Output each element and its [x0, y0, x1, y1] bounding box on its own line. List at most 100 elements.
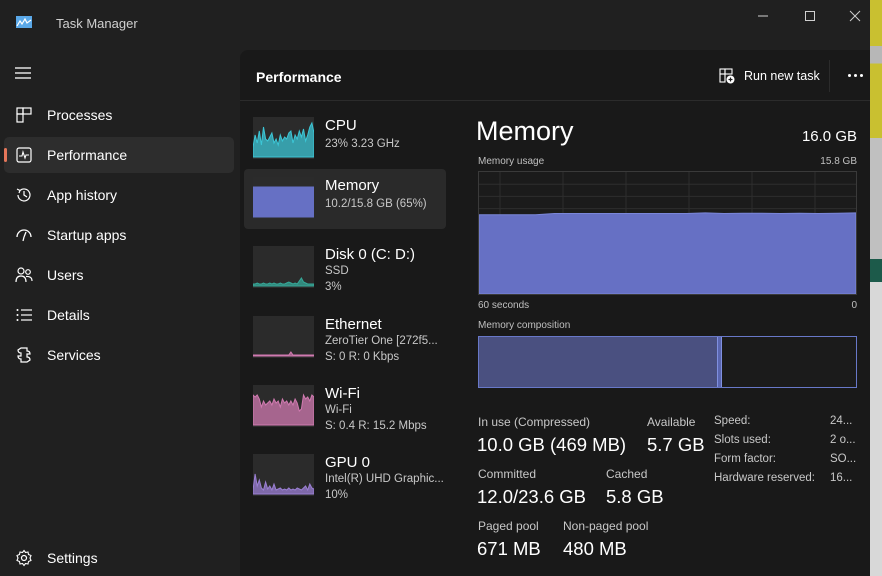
page-header: Performance Run new task	[240, 50, 870, 101]
device-wifi[interactable]: Wi-Fi Wi-Fi S: 0.4 R: 15.2 Mbps	[244, 377, 446, 437]
nav-item-services[interactable]: Services	[4, 337, 234, 373]
history-icon	[16, 188, 31, 202]
device-gpu[interactable]: GPU 0 Intel(R) UHD Graphic... 10%	[244, 446, 446, 506]
nav-item-app-history[interactable]: App history	[4, 177, 234, 213]
nav-label: Performance	[47, 147, 128, 163]
more-icon	[847, 73, 851, 77]
spec-hw-reserved-label: Hardware reserved:	[714, 472, 815, 484]
device-name: Wi-Fi	[325, 385, 360, 402]
memory-usage-fill	[479, 212, 856, 294]
device-detail: Wi-Fi	[325, 404, 352, 416]
detail-title: Memory	[476, 116, 574, 146]
usage-graph-label: Memory usage	[478, 156, 545, 167]
sparkline-area	[253, 277, 314, 287]
sparkline-area	[253, 393, 314, 426]
device-detail: 3%	[325, 281, 342, 293]
window-title: Task Manager	[56, 16, 138, 31]
device-name: Ethernet	[325, 316, 382, 333]
sparkline-area	[253, 121, 314, 158]
disk-thumbnail-graph	[253, 246, 314, 288]
nav-label: Services	[47, 347, 101, 363]
in-use-label: In use (Compressed)	[478, 415, 591, 429]
composition-in-use[interactable]	[479, 337, 719, 387]
committed-label: Committed	[478, 467, 537, 481]
settings-gear-icon	[16, 549, 32, 567]
nav-item-users[interactable]: Users	[4, 257, 234, 293]
non-paged-pool-label: Non-paged pool	[563, 519, 649, 533]
run-task-label: Run new task	[744, 69, 820, 83]
nav-item-processes[interactable]: Processes	[4, 97, 234, 133]
nav-item-details[interactable]: Details	[4, 297, 234, 333]
details-icon	[16, 309, 32, 321]
device-detail: S: 0.4 R: 15.2 Mbps	[325, 420, 427, 432]
run-task-icon	[719, 68, 735, 84]
available-label: Available	[647, 415, 696, 429]
startup-icon	[16, 229, 32, 242]
device-detail: SSD	[325, 265, 349, 277]
time-axis-start: 60 seconds	[478, 300, 530, 311]
memory-thumbnail-graph	[253, 177, 314, 219]
device-name: CPU	[325, 117, 357, 134]
task-manager-app-icon	[16, 16, 32, 28]
sparkline-area	[253, 473, 314, 495]
spec-speed-label: Speed:	[714, 415, 751, 427]
device-detail: 23% 3.23 GHz	[325, 138, 400, 150]
sparkline-area	[253, 186, 314, 218]
memory-usage-graph	[478, 171, 857, 295]
nav-item-startup-apps[interactable]: Startup apps	[4, 217, 234, 253]
performance-icon	[16, 147, 32, 163]
background-window-edge	[870, 0, 882, 576]
device-detail: 10.2/15.8 GB (65%)	[325, 198, 427, 210]
committed-value: 12.0/23.6 GB	[477, 486, 587, 507]
nav-item-settings[interactable]: Settings	[4, 540, 234, 576]
paged-pool-label: Paged pool	[478, 519, 539, 533]
in-use-value: 10.0 GB (469 MB)	[477, 434, 627, 455]
minimize-icon	[758, 15, 768, 17]
header-divider	[829, 60, 830, 92]
spec-form-factor-label: Form factor:	[714, 453, 776, 465]
composition-label: Memory composition	[478, 320, 571, 331]
sparkline-area	[253, 351, 314, 357]
users-icon	[15, 267, 33, 283]
non-paged-pool-value: 480 MB	[563, 538, 627, 559]
device-detail: Intel(R) UHD Graphic...	[325, 473, 444, 485]
services-icon	[17, 347, 31, 363]
nav-label: Processes	[47, 107, 113, 123]
device-detail: S: 0 R: 0 Kbps	[325, 351, 400, 363]
device-memory[interactable]: Memory 10.2/15.8 GB (65%)	[244, 169, 446, 229]
device-disk[interactable]: Disk 0 (C: D:) SSD 3%	[244, 238, 446, 298]
cpu-thumbnail-graph	[253, 117, 314, 159]
memory-composition-bar	[478, 336, 857, 388]
total-memory: 16.0 GB	[801, 128, 857, 145]
spec-slots-label: Slots used:	[714, 434, 771, 446]
maximize-button[interactable]	[787, 0, 833, 32]
minimize-button[interactable]	[740, 0, 786, 32]
device-cpu[interactable]: CPU 23% 3.23 GHz	[244, 109, 446, 169]
device-detail: 10%	[325, 489, 349, 501]
wifi-thumbnail-graph	[253, 385, 314, 427]
time-axis-end: 0	[851, 300, 857, 311]
maximize-icon	[805, 11, 815, 21]
cached-label: Cached	[606, 467, 648, 481]
device-ethernet[interactable]: Ethernet ZeroTier One [272f5... S: 0 R: …	[244, 308, 446, 368]
nav-label: App history	[47, 187, 118, 203]
run-new-task-button[interactable]: Run new task	[718, 64, 820, 88]
close-icon	[849, 10, 861, 22]
nav-label: Settings	[47, 550, 98, 566]
available-value: 5.7 GB	[647, 434, 705, 455]
nav-label: Startup apps	[47, 227, 127, 243]
more-options-button[interactable]	[842, 64, 868, 86]
memory-usage-area	[479, 172, 856, 294]
processes-icon	[16, 107, 32, 123]
nav-item-performance[interactable]: Performance	[4, 137, 234, 173]
spec-hw-reserved-value: 16...	[830, 472, 853, 484]
device-name: Disk 0 (C: D:)	[325, 246, 415, 263]
page-title: Performance	[256, 69, 342, 85]
title-bar: Task Manager	[0, 0, 870, 50]
composition-modified[interactable]	[718, 337, 723, 387]
gpu-thumbnail-graph	[253, 454, 314, 496]
hamburger-menu-icon[interactable]	[14, 66, 32, 80]
usage-graph-max: 15.8 GB	[820, 156, 857, 167]
nav-label: Users	[47, 267, 84, 283]
paged-pool-value: 671 MB	[477, 538, 541, 559]
